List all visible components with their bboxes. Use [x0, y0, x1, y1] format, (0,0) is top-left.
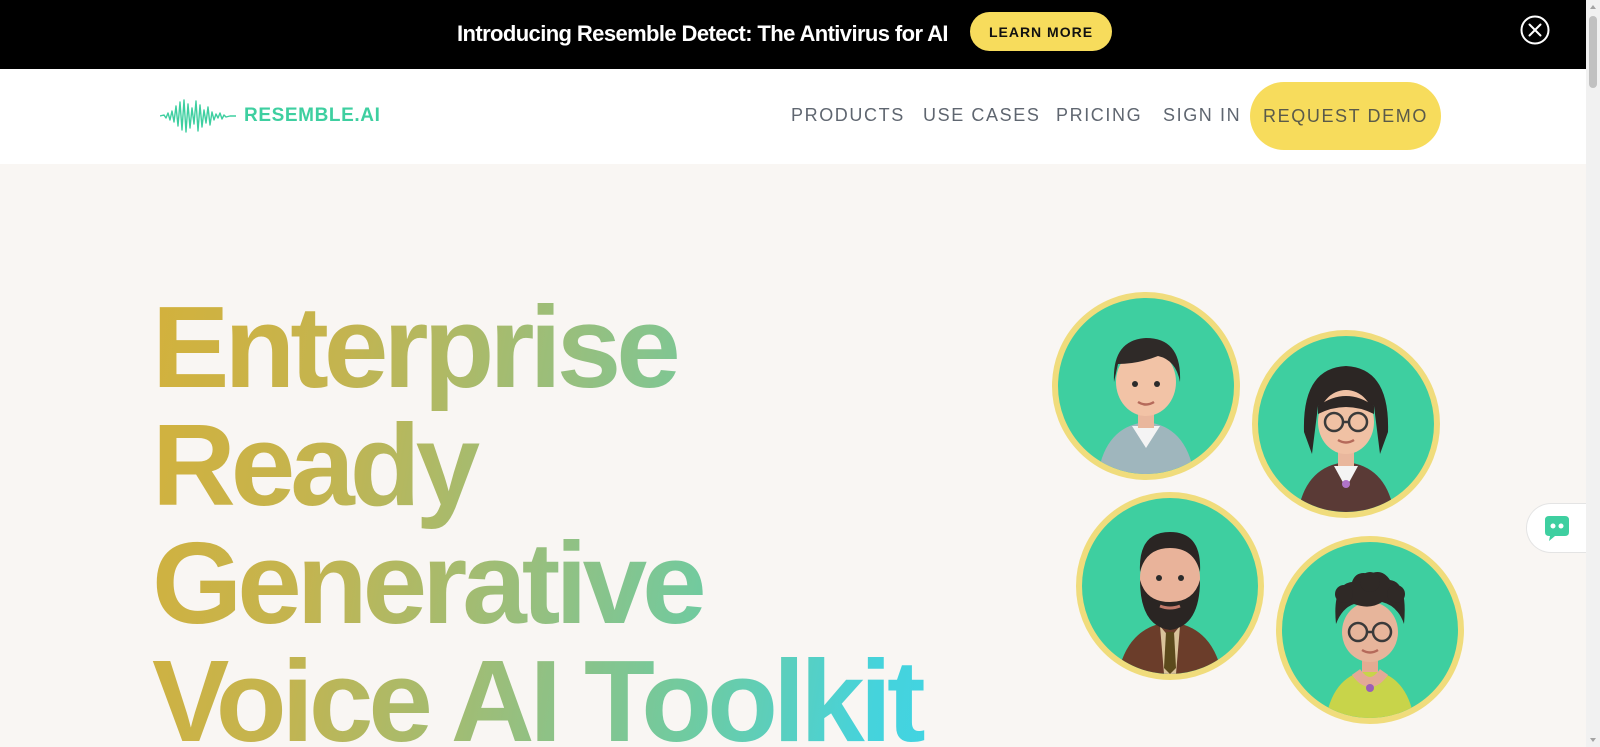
chat-bot-icon: [1544, 516, 1569, 541]
logo-text: RESEMBLE.AI: [244, 105, 381, 126]
chat-widget-button[interactable]: [1526, 503, 1586, 553]
avatar-man-beard[interactable]: [1076, 492, 1264, 680]
play-icon[interactable]: [1252, 330, 1346, 424]
waveform-icon: [160, 99, 236, 133]
avatar-man-hair[interactable]: [1052, 292, 1240, 480]
hero-title-line: Voice AI Toolkit: [152, 636, 921, 747]
close-icon[interactable]: [1519, 14, 1551, 46]
play-icon[interactable]: [1052, 292, 1146, 386]
hero-title: Enterprise Ready Generative Voice AI Too…: [152, 288, 972, 747]
nav-products[interactable]: PRODUCTS: [791, 105, 905, 126]
scroll-up-icon[interactable]: [1589, 3, 1597, 11]
hero-title-line: Ready: [152, 400, 476, 530]
request-demo-button[interactable]: REQUEST DEMO: [1250, 82, 1441, 150]
play-icon[interactable]: [1276, 536, 1370, 630]
avatar-woman-curly[interactable]: [1276, 536, 1464, 724]
hero-title-line: Enterprise: [152, 282, 676, 412]
site-header: RESEMBLE.AI PRODUCTS USE CASES PRICING S…: [0, 69, 1586, 164]
nav-use-cases[interactable]: USE CASES: [923, 105, 1040, 126]
play-icon[interactable]: [1076, 492, 1170, 586]
avatar-woman-braids[interactable]: [1252, 330, 1440, 518]
scroll-down-icon[interactable]: [1589, 736, 1597, 744]
page-scrollbar[interactable]: [1586, 0, 1600, 747]
announcement-bar: Introducing Resemble Detect: The Antivir…: [0, 0, 1586, 69]
hero-title-line: Generative: [152, 518, 702, 648]
announcement-text: Introducing Resemble Detect: The Antivir…: [457, 21, 949, 46]
learn-more-button[interactable]: LEARN MORE: [970, 12, 1112, 51]
nav-sign-in[interactable]: SIGN IN: [1163, 105, 1241, 126]
nav-pricing[interactable]: PRICING: [1056, 105, 1142, 126]
scrollbar-thumb[interactable]: [1589, 16, 1597, 88]
logo[interactable]: RESEMBLE.AI: [160, 96, 380, 136]
